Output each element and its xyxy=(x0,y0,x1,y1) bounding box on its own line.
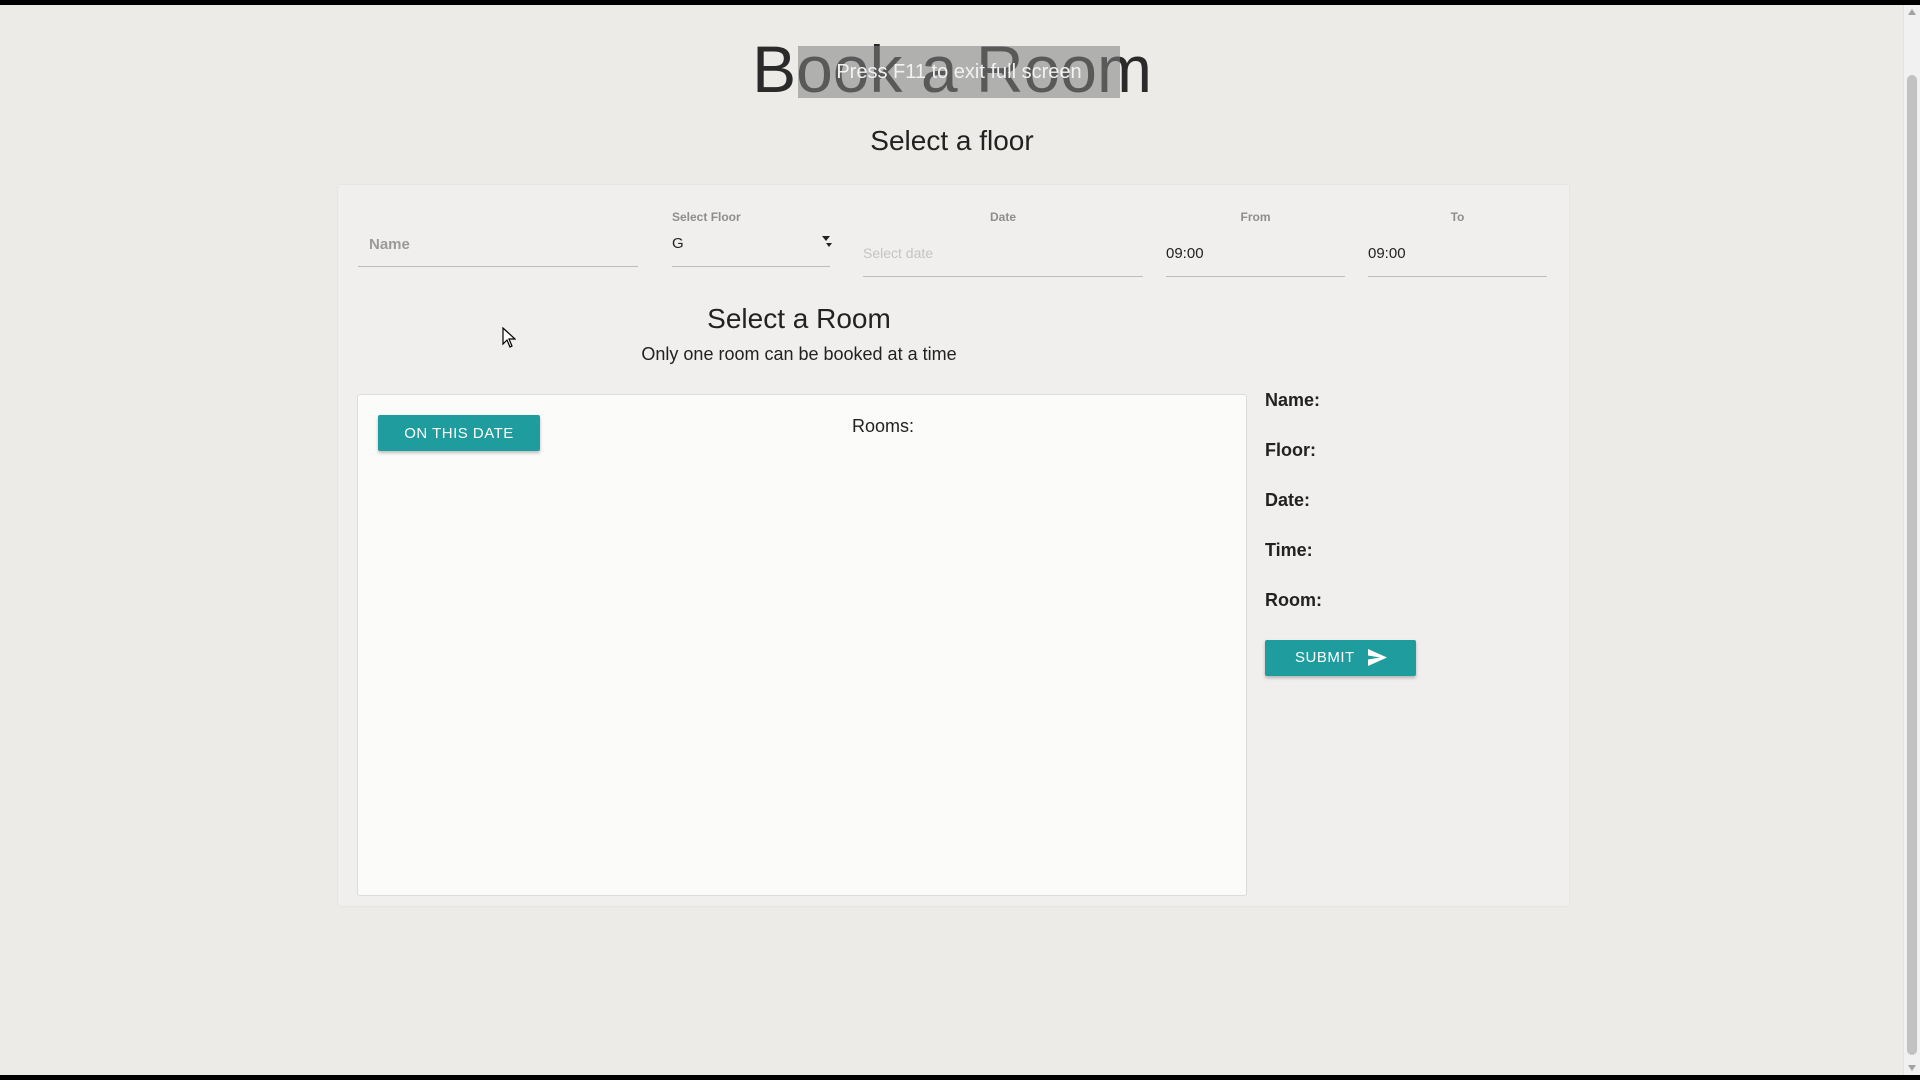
name-field[interactable]: Name xyxy=(358,227,638,267)
submit-button[interactable]: SUBMIT xyxy=(1265,640,1416,676)
floor-value: G xyxy=(672,235,684,252)
chevron-down-icon-small xyxy=(826,243,832,247)
scroll-down-arrow-icon[interactable] xyxy=(1908,1065,1916,1071)
browser-viewport: Book a Room Press F11 to exit full scree… xyxy=(0,5,1920,1075)
from-underline xyxy=(1166,276,1345,277)
date-placeholder: Select date xyxy=(863,245,934,261)
chevron-down-icon xyxy=(822,236,830,241)
summary-room-label: Room: xyxy=(1265,590,1322,610)
summary-name-label: Name: xyxy=(1265,390,1321,410)
date-underline xyxy=(863,276,1143,277)
submit-label: SUBMIT xyxy=(1295,649,1355,666)
summary-time-label: Time: xyxy=(1265,540,1313,560)
select-room-heading: Select a Room xyxy=(707,303,891,334)
from-value: 09:00 xyxy=(1166,245,1204,262)
select-room-note: Only one room can be booked at a time xyxy=(641,344,957,364)
date-label: Date xyxy=(989,210,1016,224)
on-this-date-button[interactable]: ON THIS DATE xyxy=(378,415,540,451)
from-label: From xyxy=(1240,210,1271,224)
vertical-scrollbar[interactable] xyxy=(1903,5,1920,1075)
name-underline xyxy=(358,266,638,267)
summary-date-label: Date: xyxy=(1265,490,1311,510)
from-time-field[interactable]: From 09:00 xyxy=(1166,208,1345,277)
floor-select[interactable]: Select Floor G xyxy=(672,208,832,267)
rooms-card: ON THIS DATE Rooms: xyxy=(357,394,1247,896)
fullscreen-notice: Press F11 to exit full screen xyxy=(836,61,1082,83)
to-value: 09:00 xyxy=(1368,245,1406,262)
mouse-cursor-icon xyxy=(502,327,516,348)
floor-label: Select Floor xyxy=(672,210,741,224)
rooms-label: Rooms: xyxy=(852,416,915,436)
send-icon xyxy=(1368,649,1387,666)
date-field[interactable]: Date Select date xyxy=(863,208,1143,277)
floor-underline xyxy=(672,266,830,267)
to-time-field[interactable]: To 09:00 xyxy=(1368,208,1547,277)
scrollbar-thumb[interactable] xyxy=(1907,75,1917,1055)
scroll-up-arrow-icon[interactable] xyxy=(1908,9,1916,15)
name-placeholder: Name xyxy=(369,236,410,253)
to-underline xyxy=(1368,276,1547,277)
summary-floor-label: Floor: xyxy=(1265,440,1316,460)
page-subtitle: Select a floor xyxy=(870,125,1034,156)
to-label: To xyxy=(1450,210,1465,224)
